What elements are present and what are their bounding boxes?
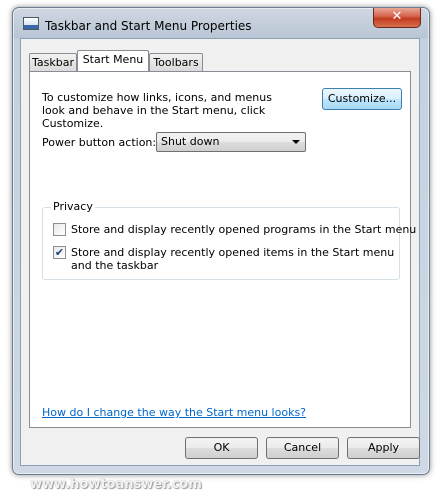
cancel-button[interactable]: Cancel (266, 437, 339, 459)
ok-button[interactable]: OK (185, 437, 258, 459)
customize-button[interactable]: Customize... (322, 88, 402, 110)
tab-toolbars[interactable]: Toolbars (149, 53, 203, 71)
window-title: Taskbar and Start Menu Properties (45, 19, 252, 33)
taskbar-properties-icon (23, 17, 39, 30)
privacy-group-title: Privacy (51, 200, 95, 213)
privacy-group: Privacy Store and display recently opene… (42, 200, 416, 280)
checkmark-icon: ✔ (54, 246, 65, 259)
recent-items-checkbox[interactable]: ✔ (53, 246, 66, 259)
dialog-client-area: Taskbar Start Menu Toolbars To customize… (20, 38, 420, 492)
power-button-action-select[interactable]: Shut down (156, 132, 306, 152)
help-link[interactable]: How do I change the way the Start menu l… (42, 406, 306, 419)
tab-taskbar[interactable]: Taskbar (29, 53, 77, 71)
dropdown-arrow-icon[interactable] (292, 140, 300, 144)
tab-start-menu[interactable]: Start Menu (77, 50, 149, 71)
properties-window: Taskbar and Start Menu Properties ✕ Task… (12, 7, 430, 492)
recent-programs-label[interactable]: Store and display recently opened progra… (71, 223, 416, 236)
power-button-action-value: Shut down (161, 135, 220, 148)
watermark-text: www.howtoanswer.com (30, 477, 202, 492)
apply-button[interactable]: Apply (347, 437, 420, 459)
start-menu-tab-panel: To customize how links, icons, and menus… (29, 71, 416, 428)
recent-programs-checkbox[interactable] (53, 223, 66, 236)
close-button[interactable]: ✕ (373, 8, 421, 28)
intro-text: To customize how links, icons, and menus… (42, 91, 272, 130)
power-button-label: Power button action: (42, 136, 157, 149)
recent-items-label[interactable]: Store and display recently opened items … (71, 246, 401, 272)
